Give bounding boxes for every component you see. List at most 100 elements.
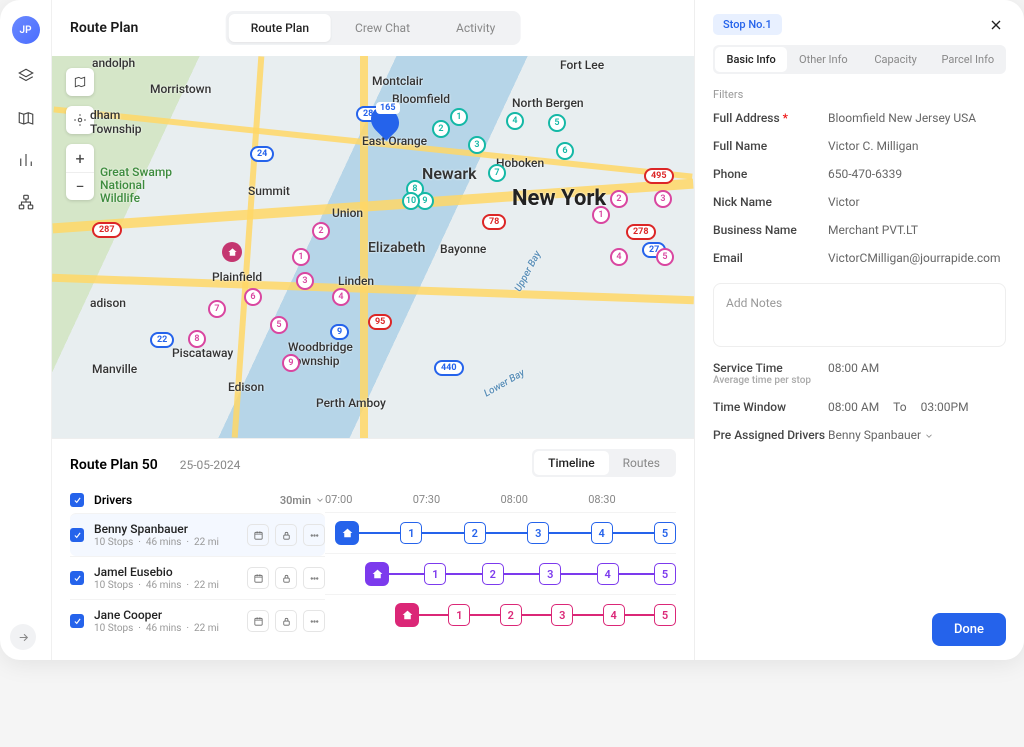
- pre-assigned-label: Pre Assigned Drivers: [713, 428, 828, 442]
- map-depot-marker[interactable]: [222, 242, 242, 262]
- map-stop-marker[interactable]: 8: [188, 330, 206, 348]
- calendar-icon[interactable]: [247, 567, 269, 589]
- map-stop-marker[interactable]: 2: [432, 120, 450, 138]
- more-icon[interactable]: [303, 567, 325, 589]
- view-timeline-button[interactable]: Timeline: [534, 451, 608, 475]
- zoom-in-button[interactable]: +: [66, 144, 94, 172]
- layers-icon[interactable]: [16, 66, 36, 86]
- stop-node[interactable]: 3: [551, 604, 573, 626]
- calendar-icon[interactable]: [247, 524, 269, 546]
- tab-capacity[interactable]: Capacity: [860, 47, 932, 72]
- map-stop-marker[interactable]: 3: [654, 190, 672, 208]
- map-shield: 95: [368, 314, 392, 330]
- org-icon[interactable]: [16, 192, 36, 212]
- map-stop-marker[interactable]: 1: [450, 108, 468, 126]
- stop-node[interactable]: 1: [400, 522, 422, 544]
- map-stop-marker[interactable]: 3: [468, 136, 486, 154]
- stop-node[interactable]: 4: [591, 522, 613, 544]
- tab-basic-info[interactable]: Basic Info: [715, 47, 787, 72]
- map-stop-marker[interactable]: 9: [282, 354, 300, 372]
- map-stop-marker[interactable]: 4: [506, 112, 524, 130]
- map-stop-marker[interactable]: 4: [610, 248, 628, 266]
- tab-activity[interactable]: Activity: [434, 14, 517, 42]
- topbar: Route Plan Route Plan Crew Chat Activity: [52, 0, 694, 56]
- stop-node[interactable]: 2: [482, 563, 504, 585]
- stop-node[interactable]: 5: [654, 522, 676, 544]
- tab-route-plan[interactable]: Route Plan: [229, 14, 331, 42]
- driver-checkbox[interactable]: [70, 614, 84, 628]
- lock-icon[interactable]: [275, 524, 297, 546]
- lock-icon[interactable]: [275, 610, 297, 632]
- map-shield: 278: [626, 224, 656, 240]
- driver-checkbox[interactable]: [70, 571, 84, 585]
- tab-parcel-info[interactable]: Parcel Info: [932, 47, 1004, 72]
- map-icon[interactable]: [16, 108, 36, 128]
- driver-row[interactable]: Jane Cooper 10 Stops · 46 mins · 22 mi: [70, 599, 325, 642]
- map-stop-marker[interactable]: 10: [402, 192, 420, 210]
- driver-row[interactable]: Jamel Eusebio 10 Stops · 46 mins · 22 mi: [70, 556, 325, 599]
- stop-node[interactable]: 1: [448, 604, 470, 626]
- time-window-label: Time Window: [713, 400, 828, 414]
- map-stop-marker[interactable]: 5: [548, 114, 566, 132]
- zoom-out-button[interactable]: −: [66, 172, 94, 200]
- map-stop-marker[interactable]: 6: [556, 142, 574, 160]
- stop-node[interactable]: 5: [654, 563, 676, 585]
- collapse-sidebar-button[interactable]: [10, 624, 36, 650]
- chart-icon[interactable]: [16, 150, 36, 170]
- stop-node[interactable]: 2: [500, 604, 522, 626]
- map-stop-marker[interactable]: 4: [332, 288, 350, 306]
- home-icon: [365, 562, 389, 586]
- stop-node[interactable]: 4: [597, 563, 619, 585]
- map-stop-marker[interactable]: 5: [656, 248, 674, 266]
- lock-icon[interactable]: [275, 567, 297, 589]
- map-stop-marker[interactable]: 3: [296, 272, 314, 290]
- stop-node[interactable]: 2: [464, 522, 486, 544]
- map-label-east-orange: East Orange: [362, 134, 427, 148]
- stop-node[interactable]: 3: [527, 522, 549, 544]
- driver-checkbox[interactable]: [70, 528, 84, 542]
- more-icon[interactable]: [303, 524, 325, 546]
- pre-assigned-dropdown[interactable]: Benny Spanbauer: [828, 428, 1006, 442]
- map-shield: 9: [330, 324, 349, 340]
- tab-other-info[interactable]: Other Info: [787, 47, 859, 72]
- more-icon[interactable]: [303, 610, 325, 632]
- map-stop-marker[interactable]: 1: [592, 206, 610, 224]
- done-button[interactable]: Done: [932, 613, 1006, 646]
- map-draw-button[interactable]: [66, 68, 94, 96]
- map-shield: 440: [434, 360, 464, 376]
- map-canvas[interactable]: + − New York Newark Elizabeth Morristown…: [52, 56, 694, 438]
- map-stop-marker[interactable]: 7: [208, 300, 226, 318]
- plan-date: 25-05-2024: [180, 458, 241, 472]
- map-stop-marker[interactable]: 7: [488, 164, 506, 182]
- map-label-morristown: Morristown: [150, 82, 211, 96]
- route-plan-panel: Route Plan 50 25-05-2024 Timeline Routes…: [52, 438, 694, 660]
- map-selected-marker-label: 165: [376, 102, 400, 114]
- map-stop-marker[interactable]: 6: [244, 288, 262, 306]
- driver-row[interactable]: Benny Spanbauer 10 Stops · 46 mins · 22 …: [70, 513, 325, 556]
- map-stop-marker[interactable]: 2: [610, 190, 628, 208]
- view-routes-button[interactable]: Routes: [609, 451, 674, 475]
- map-stop-marker[interactable]: 2: [312, 222, 330, 240]
- select-all-checkbox[interactable]: [70, 493, 84, 507]
- calendar-icon[interactable]: [247, 610, 269, 632]
- main-area: Route Plan Route Plan Crew Chat Activity…: [52, 0, 694, 660]
- notes-input[interactable]: Add Notes: [713, 283, 1006, 347]
- map-label-bayonne: Bayonne: [440, 242, 486, 256]
- time-window-from: 08:00 AM: [828, 400, 879, 414]
- tab-crew-chat[interactable]: Crew Chat: [333, 14, 432, 42]
- timeline-row: 1 2 3 4 5: [325, 553, 676, 594]
- stop-node[interactable]: 5: [654, 604, 676, 626]
- map-stop-marker[interactable]: 5: [270, 316, 288, 334]
- user-avatar[interactable]: JP: [12, 16, 40, 44]
- driver-name: Jamel Eusebio: [94, 565, 247, 579]
- close-panel-button[interactable]: [986, 15, 1006, 35]
- map-label-newark: Newark: [422, 164, 477, 183]
- map-stop-marker[interactable]: 1: [292, 248, 310, 266]
- email-value: VictorCMilligan@jourrapide.com: [828, 251, 1006, 265]
- stop-node[interactable]: 4: [603, 604, 625, 626]
- stop-node[interactable]: 1: [424, 563, 446, 585]
- duration-dropdown[interactable]: 30min: [280, 494, 325, 507]
- stop-node[interactable]: 3: [539, 563, 561, 585]
- home-icon: [335, 521, 359, 545]
- map-label-new-york: New York: [512, 186, 606, 211]
